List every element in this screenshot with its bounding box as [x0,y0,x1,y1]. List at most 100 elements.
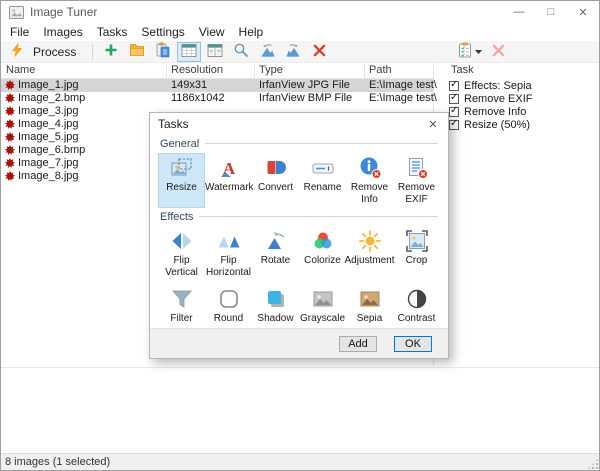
app-window: Image Tuner — □ ✕ FileImagesTasksSetting… [0,0,600,471]
menu-item-view[interactable]: View [192,23,232,41]
tile-label: Grayscale [300,313,345,325]
task-tile-colorize[interactable]: Colorize [299,226,346,281]
task-item: ✓ Remove Info [441,105,599,118]
task-tile-rename[interactable]: Rename [299,153,346,208]
task-tile-watermark[interactable]: AWatermark [205,153,252,208]
task-tile-round[interactable]: Round [205,284,252,327]
tasks-dialog: Tasks ✕ General ResizeAWatermarkConvert Re… [149,112,449,359]
column-header-name[interactable]: Name [6,64,35,76]
task-item: ✓Effects: Sepia [441,79,599,92]
svg-text:A: A [222,159,235,178]
tile-label: Rename [304,182,342,194]
dialog-title: Tasks [158,117,189,131]
menu-item-settings[interactable]: Settings [134,23,191,41]
task-tile-grayscale[interactable]: Grayscale [299,284,346,327]
remove-images-button[interactable] [307,42,331,62]
view-thumbnails-button[interactable] [203,42,227,62]
search-icon [233,42,249,61]
dialog-group-general: General ResizeAWatermarkConvert Rename Remo… [158,137,440,208]
toolbar-separator [92,44,93,60]
task-tile-shadow[interactable]: Shadow [252,284,299,327]
cell-name: Image_2.bmp [18,92,85,105]
cell-path: E:\Image test\ [369,92,437,105]
remove-task-button[interactable] [486,42,510,62]
task-tile-remove-exif[interactable]: Remove EXIF [393,153,440,208]
task-tile-contrast[interactable]: Contrast [393,284,440,327]
rotate-right-button[interactable] [281,42,305,62]
task-tile-filter[interactable]: Filter [158,284,205,327]
menu-item-file[interactable]: File [3,23,36,41]
menu-item-help[interactable]: Help [232,23,271,41]
lower-pane [1,367,599,455]
task-tile-rotate[interactable]: Rotate [252,226,299,281]
thumbnails-view-icon [207,44,223,60]
dialog-footer: Add OK [150,328,448,358]
cell-name: Image_7.jpg [18,157,79,170]
status-bar: 8 images (1 selected) [1,453,599,470]
check-icon: ✓ [450,79,458,90]
add-button[interactable]: Add [339,336,377,352]
image-file-icon [5,106,15,118]
view-details-button[interactable] [177,42,201,62]
convert-icon [264,156,288,180]
task-tile-flip-horizontal[interactable]: Flip Horizontal [205,226,252,281]
rotate-right-icon [285,43,302,61]
cell-resolution: 149x31 [171,79,207,92]
image-file-icon [5,80,15,92]
tile-label: Remove EXIF [393,182,440,206]
task-item-label: Remove Info [464,106,526,118]
task-checkbox[interactable]: ✓ [449,94,459,104]
tile-label: Rotate [261,255,290,267]
clipboard-paste-icon [155,42,171,61]
menu-item-images[interactable]: Images [36,23,89,41]
tile-label: Flip Horizontal [205,255,252,279]
minimize-icon[interactable]: — [503,1,535,23]
colorize-icon [311,229,335,253]
flip-vertical-icon [170,229,194,253]
paste-button[interactable] [151,42,175,62]
column-header-path[interactable]: Path [369,64,392,76]
toolbar: Process [1,41,599,63]
contrast-icon [405,287,429,311]
task-checkbox[interactable]: ✓ [449,81,459,91]
tile-label: Colorize [304,255,341,267]
task-tile-crop[interactable]: Crop [393,226,440,281]
add-task-button[interactable] [458,42,482,62]
column-header-resolution[interactable]: Resolution [171,64,223,76]
task-tile-remove-info[interactable]: Remove Info [346,153,393,208]
group-header: General [158,137,440,150]
resize-grip-icon[interactable] [588,459,598,469]
shadow-icon [264,287,288,311]
task-item-label: Resize (50%) [464,119,530,131]
group-header: Effects [158,210,440,223]
column-header-type[interactable]: Type [259,64,283,76]
add-images-button[interactable] [99,42,123,62]
group-label: Effects [158,211,193,223]
task-tile-convert[interactable]: Convert [252,153,299,208]
title-bar: Image Tuner — □ ✕ [1,1,599,23]
close-icon[interactable]: ✕ [567,1,599,23]
status-text: 8 images (1 selected) [5,456,110,468]
check-icon: ✓ [450,92,458,103]
preview-button[interactable] [229,42,253,62]
menu-item-tasks[interactable]: Tasks [90,23,135,41]
dialog-close-icon[interactable]: ✕ [418,113,448,135]
add-folder-button[interactable] [125,42,149,62]
table-row[interactable]: Image_1.jpg149x31IrfanView JPG FileE:\Im… [1,79,433,92]
ok-button[interactable]: OK [394,336,432,352]
tile-label: Filter [170,313,192,325]
process-button[interactable]: Process [6,42,86,62]
task-tile-adjustment[interactable]: Adjustment [346,226,393,281]
task-tile-sepia[interactable]: Sepia [346,284,393,327]
task-tile-flip-vertical[interactable]: Flip Vertical [158,226,205,281]
task-checkbox[interactable]: ✓ [449,107,459,117]
maximize-icon[interactable]: □ [535,1,567,23]
task-tile-resize[interactable]: Resize [158,153,205,208]
tile-row: Filter RoundShadowGrayscaleSepiaContrast [158,284,440,327]
table-row[interactable]: Image_2.bmp1186x1042IrfanView BMP FileE:… [1,92,433,105]
rename-icon [311,156,335,180]
image-file-icon [5,158,15,170]
cell-resolution: 1186x1042 [171,92,225,105]
rotate-left-button[interactable] [255,42,279,62]
task-checkbox[interactable]: ✓ [449,120,459,130]
